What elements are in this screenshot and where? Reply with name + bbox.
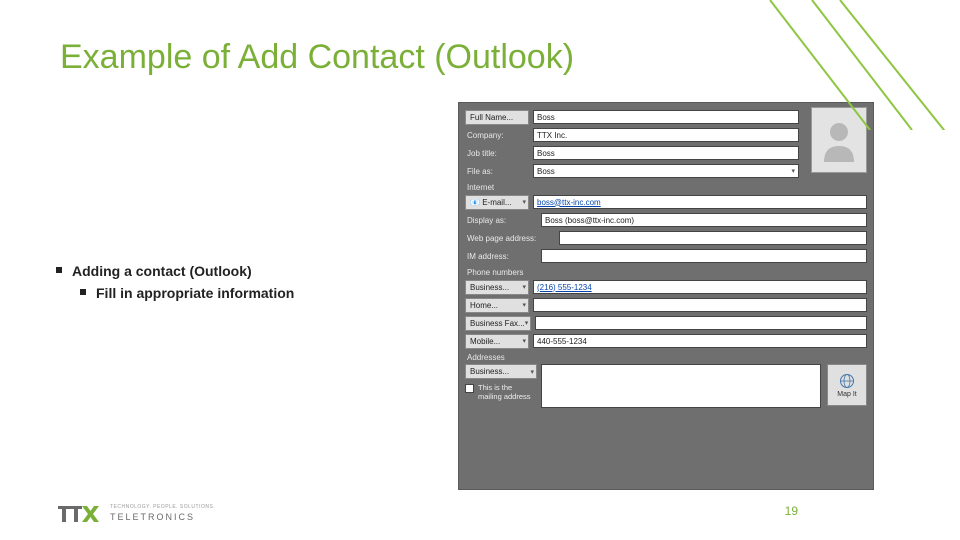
- addresses-section-header: Addresses: [467, 353, 865, 362]
- chevron-down-icon: ▾: [522, 198, 526, 206]
- brand-name: TELETRONICS: [110, 512, 215, 522]
- page-number: 19: [785, 504, 798, 518]
- phone-bfax-input[interactable]: [535, 316, 867, 330]
- file-as-select[interactable]: Boss▾: [533, 164, 799, 178]
- chevron-down-icon: ▾: [530, 368, 534, 376]
- phone-section-header: Phone numbers: [467, 268, 865, 277]
- internet-section-header: Internet: [467, 183, 865, 192]
- chevron-down-icon: ▾: [522, 301, 526, 309]
- outlook-contact-dialog: Full Name... Boss Company: TTX Inc. Job …: [458, 102, 874, 490]
- brand-logo: TECHNOLOGY. PEOPLE. SOLUTIONS. TELETRONI…: [56, 498, 215, 528]
- phone-mobile-input[interactable]: 440-555-1234: [533, 334, 867, 348]
- phone-home-input[interactable]: [533, 298, 867, 312]
- chevron-down-icon: ▾: [525, 319, 529, 327]
- globe-icon: [839, 373, 855, 389]
- job-title-input[interactable]: Boss: [533, 146, 799, 160]
- phone-business-button[interactable]: Business...▾: [465, 280, 529, 295]
- phone-bfax-button[interactable]: Business Fax...▾: [465, 316, 531, 331]
- slide-title: Example of Add Contact (Outlook): [60, 38, 574, 77]
- phone-mobile-button[interactable]: Mobile...▾: [465, 334, 529, 349]
- phone-business-input[interactable]: (216) 555-1234: [533, 280, 867, 294]
- brand-tagline: TECHNOLOGY. PEOPLE. SOLUTIONS.: [110, 504, 215, 510]
- bullet-square-icon: [80, 289, 86, 295]
- im-address-label: IM address:: [465, 252, 537, 261]
- bullet-square-icon: [56, 267, 62, 273]
- mailing-address-checkbox[interactable]: This is the mailing address: [465, 383, 537, 401]
- bullet-text: Adding a contact (Outlook): [72, 260, 252, 282]
- display-as-input[interactable]: Boss (boss@ttx-inc.com): [541, 213, 867, 227]
- email-button[interactable]: 📧 E-mail... ▾: [465, 195, 529, 210]
- company-label: Company:: [465, 131, 529, 140]
- address-textarea[interactable]: [541, 364, 821, 408]
- file-as-label: File as:: [465, 167, 529, 176]
- map-it-button[interactable]: Map It: [827, 364, 867, 406]
- full-name-button[interactable]: Full Name...: [465, 110, 529, 125]
- ttx-logo-icon: [56, 498, 102, 528]
- web-address-input[interactable]: [559, 231, 867, 245]
- email-input[interactable]: boss@ttx-inc.com: [533, 195, 867, 209]
- checkbox-icon: [465, 384, 474, 393]
- sub-bullet-text: Fill in appropriate information: [96, 282, 294, 304]
- company-input[interactable]: TTX Inc.: [533, 128, 799, 142]
- im-address-input[interactable]: [541, 249, 867, 263]
- bullet-list: Adding a contact (Outlook) Fill in appro…: [56, 260, 294, 305]
- chevron-down-icon: ▾: [522, 283, 526, 291]
- address-business-button[interactable]: Business...▾: [465, 364, 537, 379]
- chevron-down-icon: ▾: [791, 167, 795, 175]
- web-address-label: Web page address:: [465, 234, 555, 243]
- chevron-down-icon: ▾: [522, 337, 526, 345]
- job-title-label: Job title:: [465, 149, 529, 158]
- corner-decoration: [740, 0, 960, 130]
- display-as-label: Display as:: [465, 216, 537, 225]
- phone-home-button[interactable]: Home...▾: [465, 298, 529, 313]
